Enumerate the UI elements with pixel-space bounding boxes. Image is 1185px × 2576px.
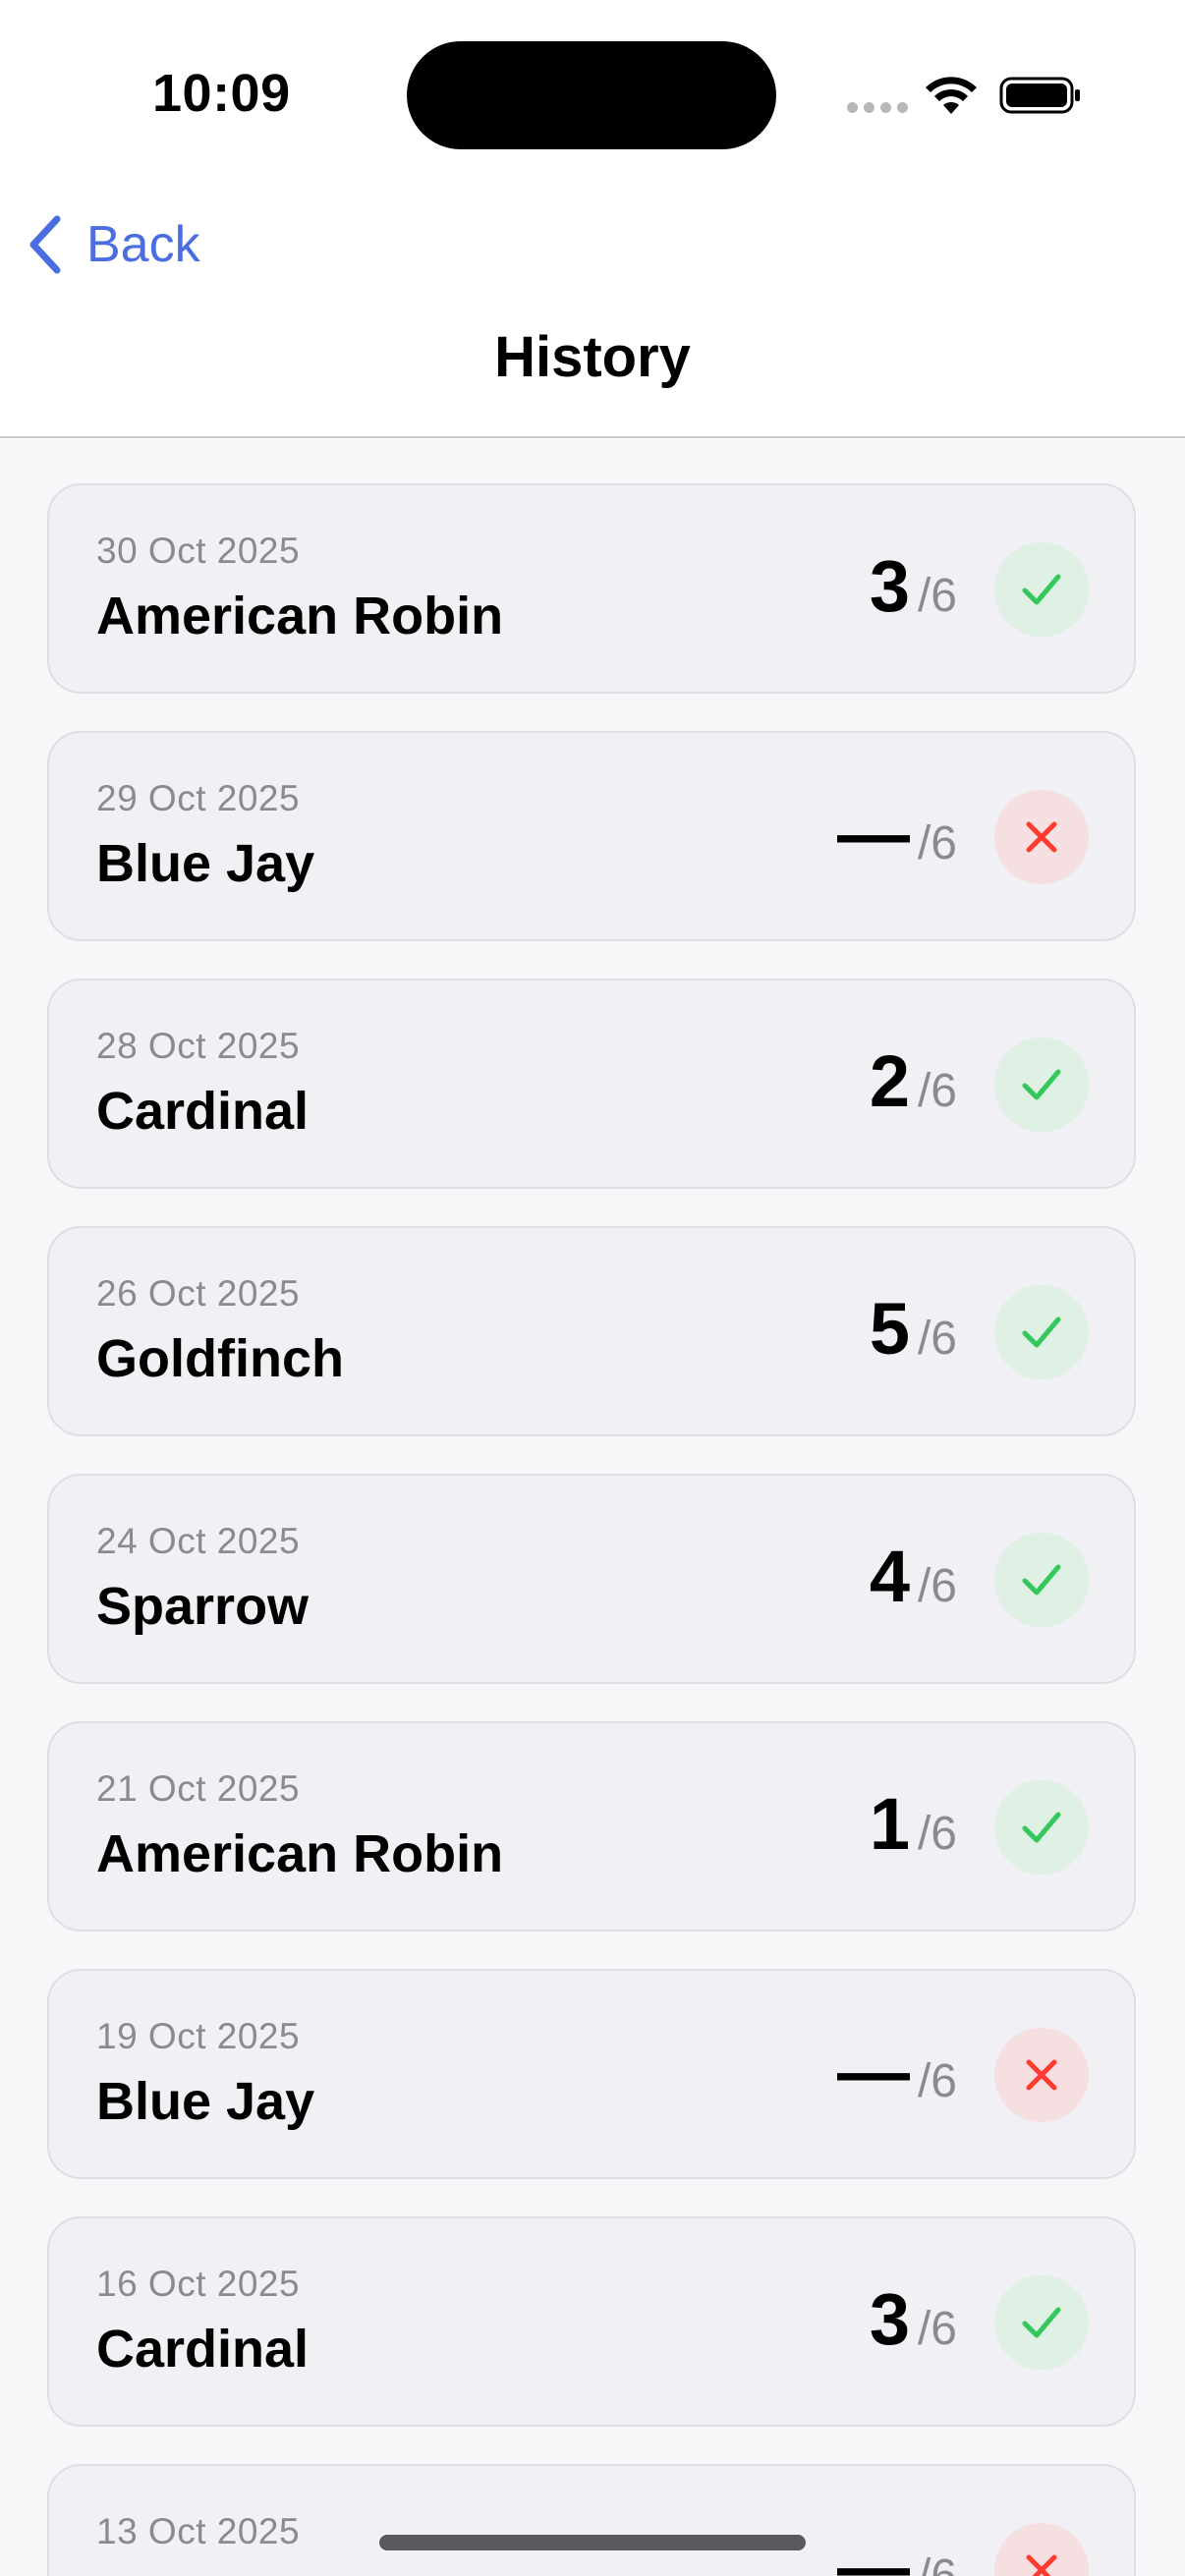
score-total: /6: [917, 2303, 957, 2355]
history-item[interactable]: 26 Oct 2025 Goldfinch 5 /6: [47, 1226, 1136, 1436]
history-item-bird-name: Cardinal: [96, 1082, 310, 1141]
score-total: /6: [917, 1560, 957, 1612]
history-item[interactable]: 21 Oct 2025 American Robin 1 /6: [47, 1721, 1136, 1932]
history-item[interactable]: 19 Oct 2025 Blue Jay — /6: [47, 1969, 1136, 2179]
history-item-date: 19 Oct 2025: [96, 2016, 301, 2056]
history-item-date: 26 Oct 2025: [96, 1273, 301, 1314]
score-total: /6: [917, 1808, 957, 1860]
score-value: 1: [869, 1783, 910, 1865]
result-badge-success: [994, 1780, 1089, 1875]
history-item-score: 3 /6: [870, 542, 957, 631]
result-badge-success: [994, 1533, 1089, 1627]
history-item-bird-name: American Robin: [96, 1824, 504, 1883]
battery-icon: [999, 77, 1080, 114]
score-total: /6: [917, 817, 957, 869]
back-button[interactable]: Back: [24, 200, 200, 289]
result-badge-success: [994, 1285, 1089, 1379]
checkmark-icon: [1022, 1812, 1061, 1843]
result-badge-fail: [994, 2523, 1089, 2576]
history-item[interactable]: 29 Oct 2025 Blue Jay — /6: [47, 731, 1136, 941]
history-item-bird-name: Goldfinch: [96, 1329, 344, 1388]
result-badge-fail: [994, 790, 1089, 884]
history-item-score: — /6: [837, 2028, 957, 2116]
history-item-bird-name: Blue Jay: [96, 2072, 315, 2131]
history-item-date: 30 Oct 2025: [96, 531, 301, 571]
result-badge-success: [994, 542, 1089, 637]
score-value: 3: [869, 2278, 910, 2360]
history-item-score: — /6: [837, 2523, 957, 2576]
history-item-date: 24 Oct 2025: [96, 1521, 301, 1561]
history-item-score: 1 /6: [870, 1780, 957, 1869]
history-item-score: 2 /6: [870, 1037, 957, 1126]
history-item[interactable]: 16 Oct 2025 Cardinal 3 /6: [47, 2216, 1136, 2427]
history-item-date: 16 Oct 2025: [96, 2264, 301, 2304]
score-total: /6: [917, 2055, 957, 2107]
cellular-signal-icon: [847, 102, 908, 116]
x-mark-icon: [1026, 2059, 1057, 2091]
x-mark-icon: [1026, 821, 1057, 853]
result-badge-success: [994, 1037, 1089, 1132]
checkmark-icon: [1022, 1069, 1061, 1100]
chevron-left-icon: [29, 215, 61, 274]
history-item-date: 21 Oct 2025: [96, 1768, 301, 1809]
score-total: /6: [918, 2533, 957, 2576]
history-item-bird-name: Blue Jay: [96, 834, 315, 893]
score-value: —: [836, 2031, 910, 2112]
history-item[interactable]: 24 Oct 2025 Sparrow 4 /6: [47, 1474, 1136, 1684]
score-value: 5: [869, 1288, 910, 1370]
history-item-score: 5 /6: [870, 1285, 957, 1373]
score-value: 3: [869, 545, 910, 627]
history-item-score: — /6: [837, 790, 957, 878]
navigation-header: Back History: [0, 187, 1185, 438]
history-item-date: 13 Oct 2025: [96, 2511, 301, 2551]
score-total: /6: [917, 1065, 957, 1117]
score-value: —: [836, 793, 910, 874]
checkmark-icon: [1022, 574, 1061, 605]
result-badge-fail: [994, 2028, 1089, 2122]
page-title: History: [494, 325, 691, 389]
history-item-bird-name: American Robin: [96, 587, 504, 645]
history-list[interactable]: 30 Oct 2025 American Robin 3 /6 29 Oct 2…: [0, 438, 1185, 2576]
status-bar: 10:09: [0, 0, 1185, 187]
x-mark-icon: [1026, 2554, 1057, 2576]
checkmark-icon: [1022, 1316, 1061, 1348]
status-time: 10:09: [152, 64, 291, 123]
history-item-date: 29 Oct 2025: [96, 778, 301, 818]
history-item[interactable]: 30 Oct 2025 American Robin 3 /6: [47, 483, 1136, 694]
history-item-bird-name: Sparrow: [96, 1577, 310, 1636]
score-value: 2: [869, 1040, 910, 1122]
history-item[interactable]: 13 Oct 2025 — /6: [47, 2464, 1136, 2576]
history-item-date: 28 Oct 2025: [96, 1026, 301, 1066]
score-value: —: [836, 2526, 910, 2576]
score-value: 4: [869, 1536, 910, 1617]
history-item-bird-name: Cardinal: [96, 2320, 310, 2379]
history-screen: 10:09 Back History 30 Oct 2025 American …: [0, 0, 1185, 2576]
history-item[interactable]: 28 Oct 2025 Cardinal 2 /6: [47, 979, 1136, 1189]
back-label: Back: [86, 216, 200, 273]
history-item-score: 3 /6: [870, 2275, 957, 2364]
checkmark-icon: [1022, 2307, 1061, 2338]
home-indicator[interactable]: [379, 2535, 806, 2550]
history-item-score: 4 /6: [870, 1533, 957, 1621]
wifi-icon: [926, 77, 977, 114]
score-total: /6: [917, 1313, 957, 1365]
score-total: /6: [917, 570, 957, 622]
result-badge-success: [994, 2275, 1089, 2370]
dynamic-island: [407, 41, 776, 149]
checkmark-icon: [1022, 1564, 1061, 1596]
